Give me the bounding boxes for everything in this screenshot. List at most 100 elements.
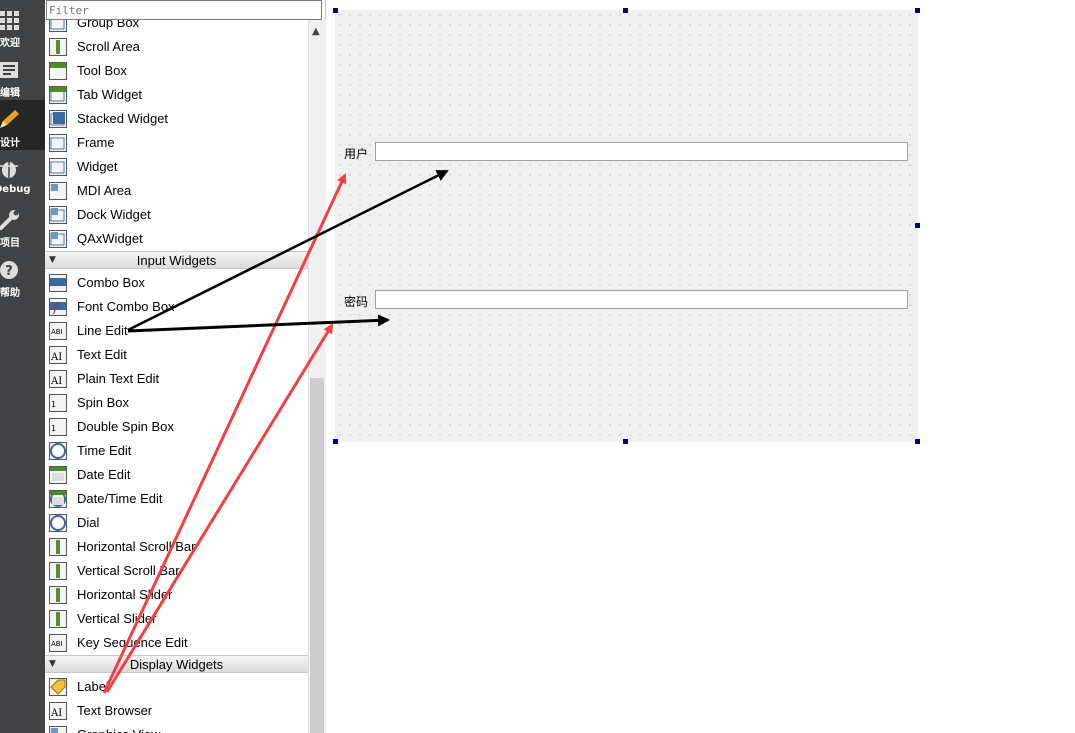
widget-list-item[interactable]: f Font Combo Box <box>45 295 308 319</box>
mode-design[interactable]: 设计 <box>0 100 45 150</box>
password-line-edit[interactable] <box>375 290 908 309</box>
widget-list-item[interactable]: Combo Box <box>45 271 308 295</box>
qaxwidget-icon <box>49 230 67 248</box>
wrench-icon <box>0 210 19 230</box>
widget-list-item[interactable]: ABI Line Edit <box>45 319 308 343</box>
widget-list-item[interactable]: AI Text Edit <box>45 343 308 367</box>
category-header[interactable]: ▼ Display Widgets <box>45 655 308 673</box>
category-header[interactable]: ▼ Input Widgets <box>45 251 308 269</box>
widget-list-item[interactable]: Label <box>45 675 308 699</box>
widget-list-item[interactable]: AI Plain Text Edit <box>45 367 308 391</box>
mode-projects[interactable]: 项目 <box>0 200 45 250</box>
resize-handle-top-left[interactable] <box>333 8 338 13</box>
widget-item-label: Vertical Slider <box>77 611 157 626</box>
resize-handle-top[interactable] <box>623 8 628 13</box>
widget-item-label: Plain Text Edit <box>77 371 160 386</box>
widget-item-label: Double Spin Box <box>77 419 174 434</box>
text-edit-icon: AI <box>49 346 67 364</box>
widget-item-label: Line Edit <box>77 323 128 338</box>
text-browser-icon: AI <box>49 702 67 720</box>
bug-icon <box>0 162 18 178</box>
widget-list-item[interactable]: Stacked Widget <box>45 107 308 131</box>
widget-list-item[interactable]: Group Box <box>45 20 308 35</box>
svg-text:AI: AI <box>50 376 62 387</box>
widget-list-item[interactable]: 1 Double Spin Box <box>45 415 308 439</box>
help-icon: ? <box>0 261 18 279</box>
widget-list-item[interactable]: Scroll Area <box>45 35 308 59</box>
widget-item-label: QAxWidget <box>77 231 143 246</box>
category-label: Display Widgets <box>129 657 224 672</box>
widget-list-item[interactable]: Tab Widget <box>45 83 308 107</box>
vertical-slider-icon <box>49 610 67 628</box>
time-edit-icon <box>49 442 67 460</box>
widget-list-item[interactable]: Date Edit <box>45 463 308 487</box>
svg-text:AI: AI <box>50 352 62 363</box>
scroll-up-icon[interactable]: ▲ <box>312 26 320 37</box>
widget-item-label: Dock Widget <box>77 207 151 222</box>
key-sequence-edit-icon: ABI <box>49 634 67 652</box>
widget-item-label: Stacked Widget <box>77 111 169 126</box>
widget-item-label: Date/Time Edit <box>77 491 163 506</box>
widget-item-label: Font Combo Box <box>77 299 175 314</box>
tool-box-icon <box>49 62 67 80</box>
widget-list-item[interactable]: QAxWidget <box>45 227 308 251</box>
scrollbar-thumb[interactable] <box>310 378 324 733</box>
double-spin-box-icon: 1 <box>49 418 67 436</box>
widget-list-item[interactable]: ABI Key Sequence Edit <box>45 631 308 655</box>
frame-icon <box>49 134 67 152</box>
user-line-edit[interactable] <box>375 142 908 161</box>
mode-edit[interactable]: 编辑 <box>0 50 45 100</box>
dock-widget-icon <box>49 206 67 224</box>
svg-text:1: 1 <box>51 424 56 433</box>
widget-list-item[interactable]: Date/Time Edit <box>45 487 308 511</box>
password-label[interactable]: 密码 <box>344 293 368 310</box>
user-label[interactable]: 用户 <box>344 145 368 162</box>
widget-list-item[interactable]: Dock Widget <box>45 203 308 227</box>
widget-list-item[interactable]: Tool Box <box>45 59 308 83</box>
widget-list-item[interactable]: Vertical Slider <box>45 607 308 631</box>
mode-label: 帮助 <box>0 288 20 299</box>
resize-handle-top-right[interactable] <box>915 8 920 13</box>
widget-list-item[interactable]: Widget <box>45 155 308 179</box>
resize-handle-bottom-left[interactable] <box>333 439 338 444</box>
mode-help[interactable]: ? 帮助 <box>0 250 45 300</box>
mode-welcome[interactable]: 欢迎 <box>0 0 45 50</box>
plain-text-edit-icon: AI <box>49 370 67 388</box>
widget-list-scrollbar[interactable]: ▲ <box>308 20 326 733</box>
widget-item-label: Horizontal Slider <box>77 587 173 602</box>
widget-item-label: Tool Box <box>77 63 127 78</box>
widget-list-item[interactable]: 1 Spin Box <box>45 391 308 415</box>
spin-box-icon: 1 <box>49 394 67 412</box>
scroll-area-icon <box>49 38 67 56</box>
widget-list-item[interactable]: Vertical Scroll Bar <box>45 559 308 583</box>
widget-list-item[interactable]: Graphics View <box>45 723 308 733</box>
svg-text:ABI: ABI <box>51 328 63 336</box>
svg-text:?: ? <box>5 264 13 279</box>
widget-list-item[interactable]: Dial <box>45 511 308 535</box>
widget-list-item[interactable]: Time Edit <box>45 439 308 463</box>
horizontal-slider-icon <box>49 586 67 604</box>
widget-item-label: Horizontal Scroll Bar <box>77 539 196 554</box>
widget-item-label: Key Sequence Edit <box>77 635 188 650</box>
mdi-area-icon <box>49 182 67 200</box>
mode-label: 项目 <box>0 238 20 249</box>
grid-icon <box>0 11 19 30</box>
widget-box: Group Box Scroll Area Tool Box Tab Widget St… <box>45 0 326 733</box>
widget-list-item[interactable]: MDI Area <box>45 179 308 203</box>
widget-item-label: Time Edit <box>77 443 132 458</box>
widget-item-label: Text Edit <box>77 347 127 362</box>
mode-debug[interactable]: Debug <box>0 150 45 200</box>
widget-item-label: Label <box>77 679 109 694</box>
dial-icon <box>49 514 67 532</box>
widget-list-item[interactable]: Frame <box>45 131 308 155</box>
resize-handle-right[interactable] <box>915 223 920 228</box>
mode-label: 设计 <box>0 138 20 149</box>
form-canvas[interactable]: 用户 密码 <box>335 10 918 442</box>
widget-list-item[interactable]: AI Text Browser <box>45 699 308 723</box>
filter-input[interactable] <box>46 0 322 20</box>
resize-handle-bottom-right[interactable] <box>915 439 920 444</box>
widget-item-label: Widget <box>77 159 118 174</box>
widget-list-item[interactable]: Horizontal Slider <box>45 583 308 607</box>
widget-list-item[interactable]: Horizontal Scroll Bar <box>45 535 308 559</box>
resize-handle-bottom[interactable] <box>623 439 628 444</box>
